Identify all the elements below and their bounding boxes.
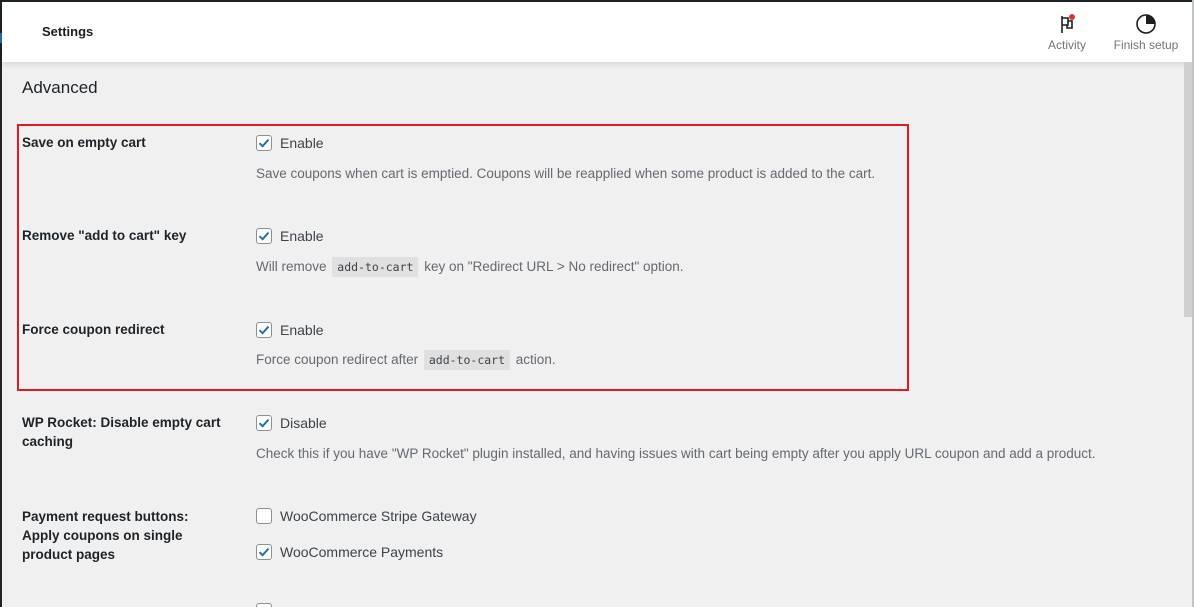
checkbox-label: WooCommerce Payments (280, 544, 444, 560)
checkbox-box[interactable] (256, 544, 272, 560)
progress-circle-icon (1106, 12, 1186, 36)
next-checkbox-partial[interactable] (256, 603, 272, 607)
window-frame-left (0, 0, 2, 607)
woocommerce-payments-checkbox[interactable]: WooCommerce Payments (256, 543, 443, 561)
checkbox-label: WooCommerce Stripe Gateway (280, 508, 477, 524)
description-text: key on "Redirect URL > No redirect" opti… (424, 259, 684, 274)
setting-label-wp-rocket: WP Rocket: Disable empty cart caching (22, 415, 221, 449)
section-heading: Advanced (22, 78, 98, 97)
stripe-gateway-checkbox[interactable]: WooCommerce Stripe Gateway (256, 507, 477, 525)
setting-description: Force coupon redirect after add-to-cart … (256, 350, 556, 370)
setting-description: Will remove add-to-cart key on "Redirect… (256, 257, 684, 277)
setting-label-save-on-empty-cart: Save on empty cart (22, 135, 146, 150)
finish-setup-label: Finish setup (1113, 38, 1179, 52)
wp-rocket-disable-checkbox[interactable]: Disable (256, 414, 327, 432)
description-text: Force coupon redirect after (256, 352, 419, 367)
checkbox-box[interactable] (256, 322, 272, 338)
checkmark-icon (258, 547, 270, 557)
code-snippet: add-to-cart (332, 257, 419, 277)
checkbox-box[interactable] (256, 508, 272, 524)
setting-description: Check this if you have "WP Rocket" plugi… (256, 446, 1096, 461)
checkbox-box[interactable] (256, 228, 272, 244)
checkmark-icon (258, 325, 270, 335)
scrollbar-thumb[interactable] (1184, 62, 1192, 317)
description-text: action. (515, 352, 556, 367)
checkmark-icon (258, 418, 270, 428)
header-bar: Settings Activity Finish setup (2, 2, 1192, 62)
checkmark-icon (258, 231, 270, 241)
checkbox-box[interactable] (256, 135, 272, 151)
finish-setup-button[interactable]: Finish setup (1106, 12, 1186, 52)
activity-label: Activity (1047, 38, 1086, 52)
checkmark-icon (258, 138, 270, 148)
flag-icon (1042, 12, 1092, 36)
page-title: Settings (42, 24, 94, 39)
setting-description: Save coupons when cart is emptied. Coupo… (256, 166, 876, 181)
checkbox-box[interactable] (256, 415, 272, 431)
remove-add-to-cart-key-checkbox[interactable]: Enable (256, 227, 324, 245)
setting-label-payment-request-buttons: Payment request buttons: Apply coupons o… (22, 509, 189, 562)
checkbox-label: Disable (280, 415, 327, 431)
setting-label-force-coupon-redirect: Force coupon redirect (22, 322, 165, 337)
save-on-empty-cart-checkbox[interactable]: Enable (256, 134, 324, 152)
checkbox-label: Enable (280, 135, 324, 151)
activity-button[interactable]: Activity (1042, 12, 1092, 52)
checkbox-label: Enable (280, 228, 324, 244)
checkbox-label: Enable (280, 322, 324, 338)
force-coupon-redirect-checkbox[interactable]: Enable (256, 321, 324, 339)
description-text: Will remove (256, 259, 327, 274)
scrollbar[interactable] (1184, 62, 1192, 607)
setting-label-remove-add-to-cart-key: Remove "add to cart" key (22, 228, 187, 243)
code-snippet: add-to-cart (423, 350, 511, 370)
